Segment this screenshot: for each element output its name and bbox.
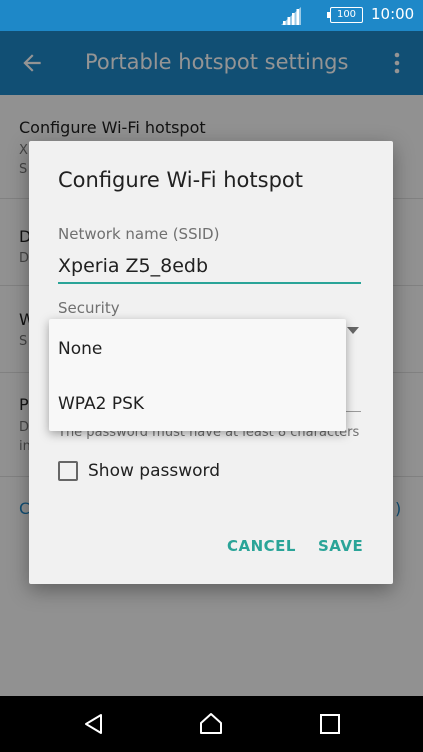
cancel-button[interactable]: CANCEL [227,537,296,555]
show-password-label: Show password [88,461,220,481]
circle-home-icon[interactable] [199,712,223,736]
ssid-label: Network name (SSID) [58,225,220,243]
status-clock: 10:00 [371,5,415,23]
triangle-back-icon[interactable] [82,712,106,736]
security-option-wpa2[interactable]: WPA2 PSK [58,394,144,414]
battery-icon: 100 [327,7,363,23]
show-password-row[interactable]: Show password [58,459,220,483]
square-recent-icon[interactable] [318,712,342,736]
signal-icon [281,7,301,25]
security-option-none[interactable]: None [58,339,102,359]
nav-bar [0,696,423,752]
ssid-input[interactable] [58,250,361,284]
status-bar: 100 10:00 [0,0,423,31]
security-label: Security [58,299,120,317]
show-password-checkbox[interactable] [58,461,78,481]
dialog-title: Configure Wi-Fi hotspot [58,168,303,192]
save-button[interactable]: SAVE [318,537,363,555]
battery-level: 100 [336,9,357,20]
security-dropdown: None WPA2 PSK [49,319,346,431]
dropdown-arrow-icon[interactable] [347,327,359,334]
